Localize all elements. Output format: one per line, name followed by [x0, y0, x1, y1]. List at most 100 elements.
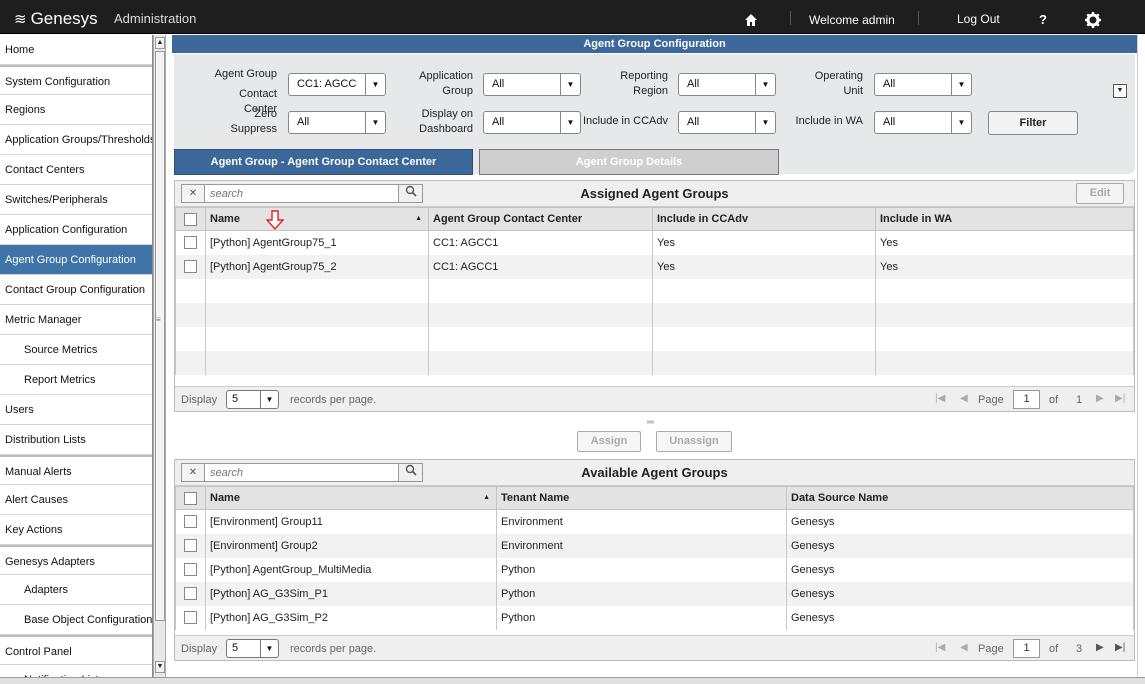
- records-per-page-select[interactable]: 5 ▼: [226, 390, 279, 409]
- panel-splitter[interactable]: ═: [647, 417, 654, 428]
- sidebar-scrollbar[interactable]: ▲ ≡ ▼: [153, 35, 166, 677]
- table-cell: Yes: [652, 230, 876, 255]
- sidebar-item-regions[interactable]: Regions: [0, 95, 152, 125]
- sidebar-item-report-metrics[interactable]: Report Metrics: [0, 365, 152, 395]
- table-row[interactable]: [Python] AG_G3Sim_P1 Python Genesys: [175, 581, 1134, 606]
- sidebar-item-application-groups-thresholds[interactable]: Application Groups/Thresholds: [0, 125, 152, 155]
- assigned-search-input[interactable]: [210, 186, 370, 201]
- unassign-button[interactable]: Unassign: [656, 431, 732, 452]
- sidebar-item-base-object-configuration[interactable]: Base Object Configuration: [0, 605, 152, 635]
- column-header-ccadv[interactable]: Include in CCAdv: [652, 207, 876, 231]
- table-row[interactable]: [Python] AgentGroup_MultiMedia Python Gene…: [175, 557, 1134, 582]
- display-on-dashboard-label: Display on Dashboard: [419, 108, 473, 135]
- filter-button[interactable]: Filter: [988, 111, 1078, 135]
- sidebar-item-manual-alerts[interactable]: Manual Alerts: [0, 455, 152, 485]
- sidebar-item-adapters[interactable]: Adapters: [0, 575, 152, 605]
- display-on-dashboard-select[interactable]: All ▼: [483, 111, 581, 134]
- row-checkbox[interactable]: [184, 563, 197, 576]
- sidebar-item-agent-group-configuration[interactable]: Agent Group Configuration: [0, 245, 152, 275]
- select-all-checkbox[interactable]: [184, 212, 197, 226]
- sidebar-item-metric-manager[interactable]: Metric Manager: [0, 305, 152, 335]
- table-row[interactable]: [Environment] Group11 Environment Genesys: [175, 509, 1134, 534]
- next-page-icon[interactable]: ▶: [1096, 393, 1104, 404]
- table-row[interactable]: [Python] AG_G3Sim_P2 Python Genesys: [175, 605, 1134, 630]
- operating-unit-select[interactable]: All ▼: [874, 73, 972, 96]
- agent-group-cc-select[interactable]: CC1: AGCC ▼: [288, 73, 386, 96]
- include-ccadv-select[interactable]: All ▼: [678, 111, 776, 134]
- genesys-logo[interactable]: ≋ Genesys: [14, 9, 98, 29]
- sort-asc-icon[interactable]: ▲: [483, 494, 490, 501]
- sidebar-item-distribution-lists[interactable]: Distribution Lists: [0, 425, 152, 455]
- chevron-down-icon: ▼: [951, 112, 971, 133]
- divider: [918, 11, 919, 25]
- page-number-input[interactable]: 1: [1013, 639, 1040, 658]
- sidebar-item-source-metrics[interactable]: Source Metrics: [0, 335, 152, 365]
- scroll-down-icon[interactable]: ▼: [155, 661, 165, 673]
- edit-button[interactable]: Edit: [1076, 183, 1124, 204]
- clear-search-icon[interactable]: ✕: [182, 464, 205, 481]
- first-page-icon[interactable]: |◀: [935, 642, 945, 653]
- home-icon[interactable]: [744, 13, 758, 27]
- first-page-icon[interactable]: |◀: [935, 393, 945, 404]
- application-group-select[interactable]: All ▼: [483, 73, 581, 96]
- reporting-region-select[interactable]: All ▼: [678, 73, 776, 96]
- column-header-wa[interactable]: Include in WA: [875, 207, 1134, 231]
- tab-agent-group-contact-center[interactable]: Agent Group - Agent Group Contact Center: [174, 149, 473, 175]
- include-wa-select[interactable]: All ▼: [874, 111, 972, 134]
- column-header-data-source[interactable]: Data Source Name: [786, 486, 1134, 510]
- sidebar-item-home[interactable]: Home: [0, 35, 152, 65]
- next-page-icon[interactable]: ▶: [1096, 642, 1104, 653]
- row-checkbox[interactable]: [184, 260, 197, 273]
- row-checkbox[interactable]: [184, 611, 197, 624]
- page-number-input[interactable]: 1: [1013, 390, 1040, 409]
- sidebar-item-control-panel[interactable]: Control Panel: [0, 635, 152, 665]
- sidebar-item-notification-lists[interactable]: Notification Lists: [0, 665, 152, 677]
- scrollbar-thumb[interactable]: [155, 51, 165, 621]
- row-select-cell: [175, 230, 206, 255]
- zero-suppress-select[interactable]: All ▼: [288, 111, 386, 134]
- select-all-checkbox[interactable]: [184, 491, 197, 505]
- main-scrollbar[interactable]: [1137, 35, 1145, 677]
- column-header-agcc[interactable]: Agent Group Contact Center: [428, 207, 653, 231]
- row-checkbox[interactable]: [184, 539, 197, 552]
- sidebar-item-contact-centers[interactable]: Contact Centers: [0, 155, 152, 185]
- sidebar-item-application-configuration[interactable]: Application Configuration: [0, 215, 152, 245]
- sidebar-item-key-actions[interactable]: Key Actions: [0, 515, 152, 545]
- row-checkbox[interactable]: [184, 515, 197, 529]
- sidebar-item-users[interactable]: Users: [0, 395, 152, 425]
- collapse-filter-icon[interactable]: ▼: [1113, 84, 1127, 98]
- row-checkbox[interactable]: [184, 587, 197, 600]
- last-page-icon[interactable]: ▶|: [1115, 393, 1125, 404]
- records-per-page-select[interactable]: 5 ▼: [226, 639, 279, 658]
- available-search-input[interactable]: [210, 465, 370, 480]
- column-header-tenant[interactable]: Tenant Name: [496, 486, 787, 510]
- last-page-icon[interactable]: ▶|: [1115, 642, 1125, 653]
- gear-icon[interactable]: [1085, 12, 1101, 28]
- tab-agent-group-details[interactable]: Agent Group Details: [479, 149, 779, 175]
- column-header-name[interactable]: Name ▲: [205, 486, 497, 510]
- sidebar-item-genesys-adapters[interactable]: Genesys Adapters: [0, 545, 152, 575]
- table-row[interactable]: [Python] AgentGroup75_1 CC1: AGCC1 Yes Yes: [175, 230, 1134, 255]
- table-cell: Genesys: [786, 605, 1134, 630]
- table-row[interactable]: [Environment] Group2 Environment Genesys: [175, 533, 1134, 558]
- assign-button[interactable]: Assign: [577, 431, 641, 452]
- logout-link[interactable]: Log Out: [957, 12, 1000, 26]
- sidebar-item-system-configuration[interactable]: System Configuration: [0, 65, 152, 95]
- display-label: Display: [181, 643, 218, 655]
- search-icon[interactable]: [398, 463, 423, 482]
- sidebar-item-switches-peripherals[interactable]: Switches/Peripherals: [0, 185, 152, 215]
- clear-search-icon[interactable]: ✕: [182, 185, 205, 202]
- table-cell: [428, 326, 653, 351]
- table-row[interactable]: [Python] AgentGroup75_2 CC1: AGCC1 Yes Yes: [175, 254, 1134, 279]
- sort-asc-icon[interactable]: ▲: [415, 215, 422, 222]
- sidebar-item-alert-causes[interactable]: Alert Causes: [0, 485, 152, 515]
- prev-page-icon[interactable]: ◀: [960, 642, 968, 653]
- sidebar-item-contact-group-configuration[interactable]: Contact Group Configuration: [0, 275, 152, 305]
- scroll-up-icon[interactable]: ▲: [155, 37, 165, 49]
- search-icon[interactable]: [398, 184, 423, 203]
- row-checkbox[interactable]: [184, 236, 197, 250]
- table-cell: Genesys: [786, 557, 1134, 582]
- column-header-name[interactable]: Name ▲: [205, 207, 429, 231]
- help-button[interactable]: ?: [1039, 12, 1047, 27]
- prev-page-icon[interactable]: ◀: [960, 393, 968, 404]
